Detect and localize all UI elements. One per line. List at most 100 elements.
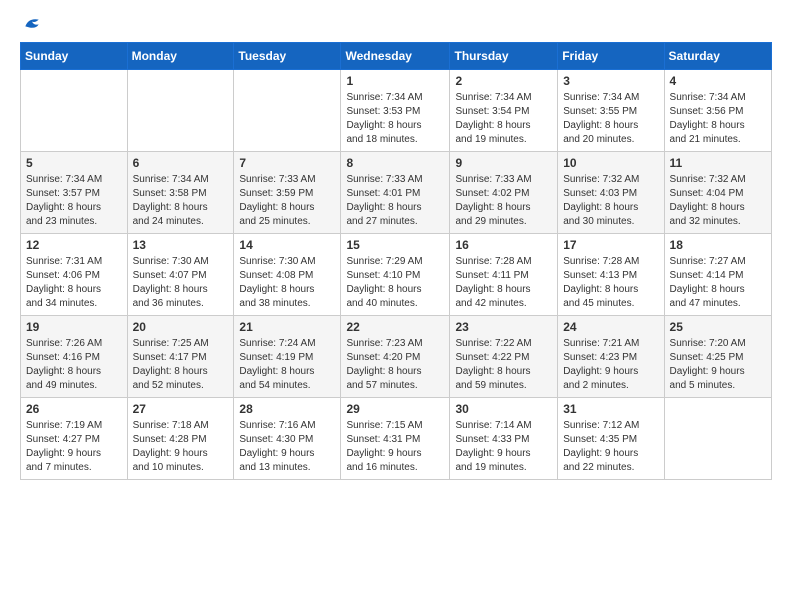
calendar-cell: 16 Sunrise: 7:28 AM Sunset: 4:11 PM Dayli… bbox=[450, 234, 558, 316]
day-number: 14 bbox=[239, 238, 335, 252]
calendar-week-row: 19 Sunrise: 7:26 AM Sunset: 4:16 PM Dayli… bbox=[21, 316, 772, 398]
day-number: 3 bbox=[563, 74, 658, 88]
calendar-cell: 8 Sunrise: 7:33 AM Sunset: 4:01 PM Daylig… bbox=[341, 152, 450, 234]
day-info-text: Sunrise: 7:26 AM Sunset: 4:16 PM Dayligh… bbox=[26, 337, 122, 393]
calendar-cell: 29 Sunrise: 7:15 AM Sunset: 4:31 PM Dayli… bbox=[341, 398, 450, 480]
day-number: 7 bbox=[239, 156, 335, 170]
day-number: 6 bbox=[133, 156, 229, 170]
day-number: 11 bbox=[670, 156, 766, 170]
weekday-header-monday: Monday bbox=[127, 43, 234, 70]
day-info-text: Sunrise: 7:33 AM Sunset: 3:59 PM Dayligh… bbox=[239, 173, 335, 229]
day-number: 8 bbox=[346, 156, 444, 170]
page: SundayMondayTuesdayWednesdayThursdayFrid… bbox=[0, 0, 792, 612]
calendar-cell: 21 Sunrise: 7:24 AM Sunset: 4:19 PM Dayli… bbox=[234, 316, 341, 398]
day-number: 21 bbox=[239, 320, 335, 334]
day-info-text: Sunrise: 7:19 AM Sunset: 4:27 PM Dayligh… bbox=[26, 419, 122, 475]
day-number: 19 bbox=[26, 320, 122, 334]
day-number: 23 bbox=[455, 320, 552, 334]
day-number: 27 bbox=[133, 402, 229, 416]
day-info-text: Sunrise: 7:20 AM Sunset: 4:25 PM Dayligh… bbox=[670, 337, 766, 393]
day-number: 25 bbox=[670, 320, 766, 334]
logo-bird-icon bbox=[22, 16, 42, 30]
day-info-text: Sunrise: 7:28 AM Sunset: 4:13 PM Dayligh… bbox=[563, 255, 658, 311]
day-info-text: Sunrise: 7:15 AM Sunset: 4:31 PM Dayligh… bbox=[346, 419, 444, 475]
calendar-cell: 24 Sunrise: 7:21 AM Sunset: 4:23 PM Dayli… bbox=[558, 316, 664, 398]
day-info-text: Sunrise: 7:34 AM Sunset: 3:53 PM Dayligh… bbox=[346, 91, 444, 147]
day-info-text: Sunrise: 7:34 AM Sunset: 3:54 PM Dayligh… bbox=[455, 91, 552, 147]
day-number: 4 bbox=[670, 74, 766, 88]
calendar-cell bbox=[21, 70, 128, 152]
day-number: 30 bbox=[455, 402, 552, 416]
calendar-cell: 22 Sunrise: 7:23 AM Sunset: 4:20 PM Dayli… bbox=[341, 316, 450, 398]
calendar-cell: 5Sunrise: 7:34 AM Sunset: 3:57 PM Daylig… bbox=[21, 152, 128, 234]
day-info-text: Sunrise: 7:33 AM Sunset: 4:02 PM Dayligh… bbox=[455, 173, 552, 229]
weekday-header-saturday: Saturday bbox=[664, 43, 771, 70]
day-number: 10 bbox=[563, 156, 658, 170]
calendar-week-row: 1 Sunrise: 7:34 AM Sunset: 3:53 PM Daylig… bbox=[21, 70, 772, 152]
calendar-cell: 6 Sunrise: 7:34 AM Sunset: 3:58 PM Daylig… bbox=[127, 152, 234, 234]
calendar-cell: 15Sunrise: 7:29 AM Sunset: 4:10 PM Dayli… bbox=[341, 234, 450, 316]
day-number: 22 bbox=[346, 320, 444, 334]
calendar-cell: 12 Sunrise: 7:31 AM Sunset: 4:06 PM Dayli… bbox=[21, 234, 128, 316]
day-info-text: Sunrise: 7:34 AM Sunset: 3:58 PM Dayligh… bbox=[133, 173, 229, 229]
weekday-header-wednesday: Wednesday bbox=[341, 43, 450, 70]
day-info-text: Sunrise: 7:21 AM Sunset: 4:23 PM Dayligh… bbox=[563, 337, 658, 393]
day-number: 5 bbox=[26, 156, 122, 170]
day-info-text: Sunrise: 7:34 AM Sunset: 3:56 PM Dayligh… bbox=[670, 91, 766, 147]
day-number: 31 bbox=[563, 402, 658, 416]
day-number: 1 bbox=[346, 74, 444, 88]
day-info-text: Sunrise: 7:18 AM Sunset: 4:28 PM Dayligh… bbox=[133, 419, 229, 475]
calendar-cell: 1 Sunrise: 7:34 AM Sunset: 3:53 PM Daylig… bbox=[341, 70, 450, 152]
calendar-cell: 11 Sunrise: 7:32 AM Sunset: 4:04 PM Dayli… bbox=[664, 152, 771, 234]
day-info-text: Sunrise: 7:12 AM Sunset: 4:35 PM Dayligh… bbox=[563, 419, 658, 475]
day-info-text: Sunrise: 7:23 AM Sunset: 4:20 PM Dayligh… bbox=[346, 337, 444, 393]
calendar-cell bbox=[234, 70, 341, 152]
weekday-header-tuesday: Tuesday bbox=[234, 43, 341, 70]
calendar-cell: 7 Sunrise: 7:33 AM Sunset: 3:59 PM Daylig… bbox=[234, 152, 341, 234]
calendar-cell: 14 Sunrise: 7:30 AM Sunset: 4:08 PM Dayli… bbox=[234, 234, 341, 316]
day-info-text: Sunrise: 7:32 AM Sunset: 4:04 PM Dayligh… bbox=[670, 173, 766, 229]
weekday-header-thursday: Thursday bbox=[450, 43, 558, 70]
calendar-cell: 20Sunrise: 7:25 AM Sunset: 4:17 PM Dayli… bbox=[127, 316, 234, 398]
calendar-cell: 28 Sunrise: 7:16 AM Sunset: 4:30 PM Dayli… bbox=[234, 398, 341, 480]
day-number: 16 bbox=[455, 238, 552, 252]
calendar-cell: 13 Sunrise: 7:30 AM Sunset: 4:07 PM Dayli… bbox=[127, 234, 234, 316]
day-number: 17 bbox=[563, 238, 658, 252]
calendar-week-row: 26 Sunrise: 7:19 AM Sunset: 4:27 PM Dayli… bbox=[21, 398, 772, 480]
day-info-text: Sunrise: 7:24 AM Sunset: 4:19 PM Dayligh… bbox=[239, 337, 335, 393]
calendar-cell: 10Sunrise: 7:32 AM Sunset: 4:03 PM Dayli… bbox=[558, 152, 664, 234]
day-info-text: Sunrise: 7:34 AM Sunset: 3:55 PM Dayligh… bbox=[563, 91, 658, 147]
day-info-text: Sunrise: 7:30 AM Sunset: 4:08 PM Dayligh… bbox=[239, 255, 335, 311]
day-number: 29 bbox=[346, 402, 444, 416]
day-number: 20 bbox=[133, 320, 229, 334]
day-info-text: Sunrise: 7:28 AM Sunset: 4:11 PM Dayligh… bbox=[455, 255, 552, 311]
calendar-cell: 9Sunrise: 7:33 AM Sunset: 4:02 PM Daylig… bbox=[450, 152, 558, 234]
weekday-header-friday: Friday bbox=[558, 43, 664, 70]
calendar-week-row: 5Sunrise: 7:34 AM Sunset: 3:57 PM Daylig… bbox=[21, 152, 772, 234]
calendar-week-row: 12 Sunrise: 7:31 AM Sunset: 4:06 PM Dayli… bbox=[21, 234, 772, 316]
header bbox=[20, 16, 772, 30]
calendar-cell: 17 Sunrise: 7:28 AM Sunset: 4:13 PM Dayli… bbox=[558, 234, 664, 316]
day-number: 26 bbox=[26, 402, 122, 416]
day-info-text: Sunrise: 7:22 AM Sunset: 4:22 PM Dayligh… bbox=[455, 337, 552, 393]
calendar-cell: 27 Sunrise: 7:18 AM Sunset: 4:28 PM Dayli… bbox=[127, 398, 234, 480]
weekday-header-sunday: Sunday bbox=[21, 43, 128, 70]
calendar-cell: 26 Sunrise: 7:19 AM Sunset: 4:27 PM Dayli… bbox=[21, 398, 128, 480]
weekday-header-row: SundayMondayTuesdayWednesdayThursdayFrid… bbox=[21, 43, 772, 70]
calendar-cell: 31 Sunrise: 7:12 AM Sunset: 4:35 PM Dayli… bbox=[558, 398, 664, 480]
day-info-text: Sunrise: 7:29 AM Sunset: 4:10 PM Dayligh… bbox=[346, 255, 444, 311]
day-info-text: Sunrise: 7:33 AM Sunset: 4:01 PM Dayligh… bbox=[346, 173, 444, 229]
day-number: 24 bbox=[563, 320, 658, 334]
calendar-cell: 30Sunrise: 7:14 AM Sunset: 4:33 PM Dayli… bbox=[450, 398, 558, 480]
day-number: 13 bbox=[133, 238, 229, 252]
day-info-text: Sunrise: 7:30 AM Sunset: 4:07 PM Dayligh… bbox=[133, 255, 229, 311]
day-info-text: Sunrise: 7:16 AM Sunset: 4:30 PM Dayligh… bbox=[239, 419, 335, 475]
calendar-cell: 2 Sunrise: 7:34 AM Sunset: 3:54 PM Daylig… bbox=[450, 70, 558, 152]
calendar-cell bbox=[664, 398, 771, 480]
day-number: 12 bbox=[26, 238, 122, 252]
calendar-cell: 3 Sunrise: 7:34 AM Sunset: 3:55 PM Daylig… bbox=[558, 70, 664, 152]
day-number: 2 bbox=[455, 74, 552, 88]
day-info-text: Sunrise: 7:31 AM Sunset: 4:06 PM Dayligh… bbox=[26, 255, 122, 311]
day-number: 28 bbox=[239, 402, 335, 416]
day-info-text: Sunrise: 7:27 AM Sunset: 4:14 PM Dayligh… bbox=[670, 255, 766, 311]
